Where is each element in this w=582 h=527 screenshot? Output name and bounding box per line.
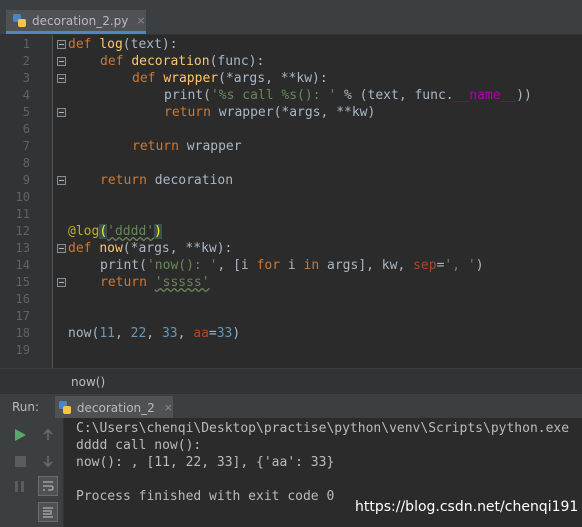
breadcrumb-item[interactable]: now() <box>71 375 105 389</box>
rerun-play-icon[interactable] <box>10 425 30 445</box>
code-line: def wrapper(*args, **kw): <box>132 71 328 86</box>
breadcrumb[interactable]: now() <box>0 368 582 394</box>
code-line: return wrapper(*args, **kw) <box>164 105 376 120</box>
soft-wrap-icon[interactable] <box>38 476 58 496</box>
line-number: 10 <box>15 190 30 204</box>
line-number: 19 <box>15 343 30 357</box>
code-line: print('%s call %s(): ' % (text, func.__n… <box>164 88 532 103</box>
code-line: def log(text): <box>68 37 178 52</box>
code-editor[interactable]: 1 2 3 4 5 6 7 8 9 10 11 12 13 14 15 16 1… <box>0 35 582 368</box>
fold-end-icon[interactable] <box>57 176 66 185</box>
fold-collapse-icon[interactable] <box>57 57 66 66</box>
code-line: @log('dddd') <box>68 224 162 239</box>
editor-tab-bar: decoration_2.py × <box>0 7 582 35</box>
editor-tab-label: decoration_2.py <box>32 13 129 28</box>
fold-collapse-icon[interactable] <box>57 74 66 83</box>
line-number: 12 <box>15 224 30 238</box>
stop-icon[interactable] <box>10 451 30 471</box>
watermark: https://blog.csdn.net/chenqi191 <box>355 499 579 515</box>
code-line: print('now(): ', [i for i in args], kw, … <box>100 258 484 273</box>
scroll-to-end-icon[interactable] <box>38 502 58 522</box>
code-line: return 'sssss' <box>100 275 210 290</box>
run-tab-decoration-2[interactable]: decoration_2 × <box>55 396 173 419</box>
code-line: return wrapper <box>132 139 242 154</box>
console-output-line: dddd call now(): <box>76 438 202 453</box>
pause-icon[interactable] <box>10 476 30 496</box>
fold-end-icon[interactable] <box>57 108 66 117</box>
line-number: 5 <box>22 105 30 119</box>
run-tab-label: decoration_2 <box>76 400 155 415</box>
fold-collapse-icon[interactable] <box>57 244 66 253</box>
code-line: def now(*args, **kw): <box>68 241 233 256</box>
console-output-line: Process finished with exit code 0 <box>76 489 335 504</box>
line-number-gutter: 1 2 3 4 5 6 7 8 9 10 11 12 13 14 15 16 1… <box>0 35 53 368</box>
close-tab-icon[interactable]: × <box>136 14 145 27</box>
window-top-strip <box>0 0 582 7</box>
code-line: def decoration(func): <box>100 54 265 69</box>
line-number: 2 <box>22 54 30 68</box>
run-toolbar <box>0 418 64 527</box>
console-output-line: now(): , [11, 22, 33], {'aa': 33} <box>76 455 335 470</box>
python-file-icon <box>59 401 71 414</box>
editor-tab-decoration-2[interactable]: decoration_2.py × <box>6 10 146 34</box>
line-number: 16 <box>15 292 30 306</box>
code-line: now(11, 22, 33, aa=33) <box>68 326 241 341</box>
line-number: 4 <box>22 88 30 102</box>
line-number: 15 <box>15 275 30 289</box>
line-number: 6 <box>22 122 30 136</box>
line-number: 17 <box>15 309 30 323</box>
code-line: return decoration <box>100 173 234 188</box>
fold-collapse-icon[interactable] <box>57 40 66 49</box>
line-number: 14 <box>15 258 30 272</box>
line-number: 8 <box>22 156 30 170</box>
fold-end-icon[interactable] <box>57 278 66 287</box>
python-file-icon <box>13 14 26 27</box>
console-output-line: C:\Users\chenqi\Desktop\practise\python\… <box>76 421 570 436</box>
line-number: 11 <box>15 207 30 221</box>
scroll-up-arrow-icon[interactable] <box>38 425 58 445</box>
line-number: 3 <box>22 71 30 85</box>
close-run-tab-icon[interactable]: × <box>164 401 173 414</box>
line-number: 7 <box>22 139 30 153</box>
run-panel-header: Run: decoration_2 × <box>0 393 582 419</box>
line-number: 13 <box>15 241 30 255</box>
line-number: 18 <box>15 326 30 340</box>
line-number: 1 <box>22 37 30 51</box>
scroll-down-arrow-icon[interactable] <box>38 451 58 471</box>
run-label: Run: <box>12 400 40 414</box>
line-number: 9 <box>22 173 30 187</box>
